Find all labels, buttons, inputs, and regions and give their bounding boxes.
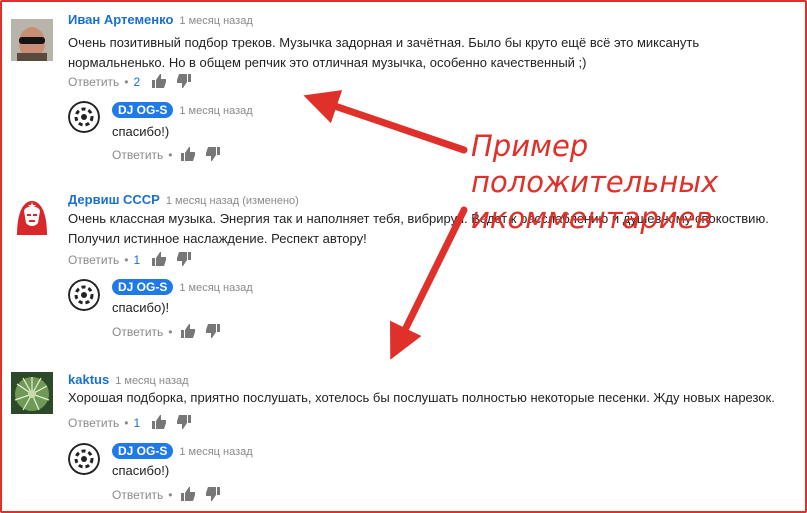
- arrow-up-left: [303, 90, 468, 154]
- annotation-text: Пример положительных икомментариев: [471, 128, 805, 236]
- annotation-line: икомментариев: [471, 201, 713, 235]
- annotation-line: Пример положительных: [471, 129, 719, 199]
- annotation-arrows: [303, 90, 468, 360]
- arrow-down-left: [390, 206, 468, 360]
- comments-panel: Иван Артеменко 1 месяц назад Очень позити…: [0, 0, 807, 513]
